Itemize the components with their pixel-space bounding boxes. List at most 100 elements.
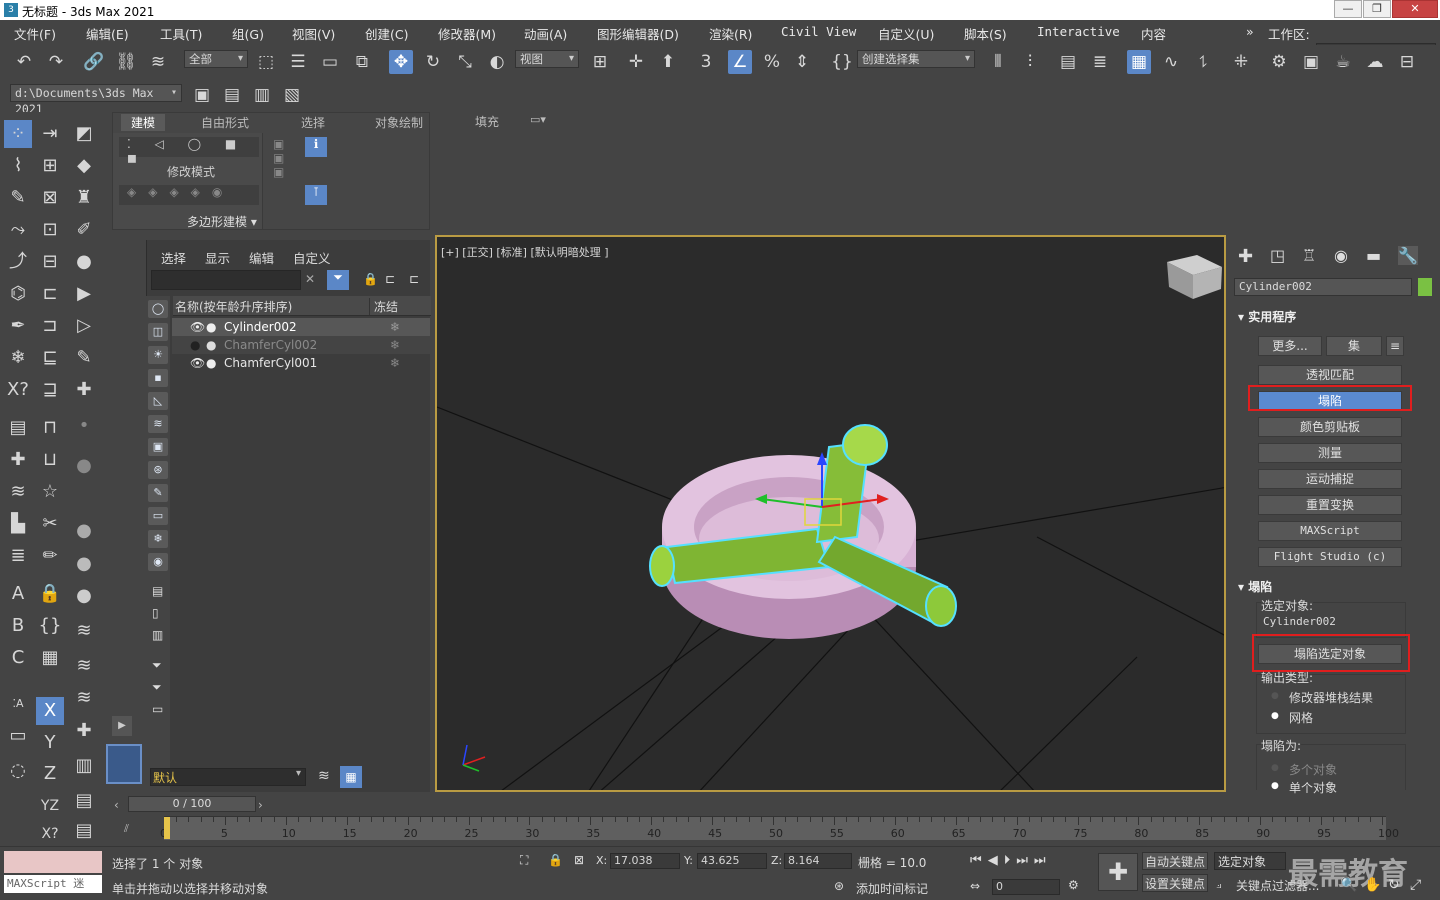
orbit-icon[interactable]: ↻ <box>1388 877 1400 893</box>
zoom-icon[interactable]: 🔍 <box>1340 877 1357 893</box>
filter-icon[interactable]: ⏷ <box>327 270 349 290</box>
utility-flight-studio[interactable]: Flight Studio (c) <box>1258 547 1402 567</box>
select-object-icon[interactable]: ⬚ <box>254 50 278 74</box>
select-rotate-icon[interactable]: ↻ <box>421 50 445 74</box>
bind-space-warp-icon[interactable]: ≋ <box>146 50 170 74</box>
stack-1-icon[interactable]: ≋ <box>70 617 98 645</box>
render-setup-icon[interactable]: ⚙ <box>1267 50 1291 74</box>
key-mode-icon[interactable]: ⇔ <box>970 879 980 893</box>
playback-controls[interactable]: ⏮◀⏵⏭⏭ <box>970 853 1052 868</box>
yz-plane-icon[interactable]: YZ <box>36 792 64 820</box>
utility-color-clipboard[interactable]: 颜色剪贴板 <box>1258 417 1402 437</box>
snaps-toggle-icon[interactable]: 3 <box>694 50 718 74</box>
layer-toggle-icon[interactable]: ≋ <box>318 768 330 784</box>
y-coordinate-field[interactable]: 43.625 <box>697 853 767 869</box>
name-column-header[interactable]: 名称(按年龄升序排序) <box>175 298 292 315</box>
layer-manager-icon[interactable]: ≣ <box>4 542 32 570</box>
visibility-eye-icon[interactable]: 👁 <box>190 354 205 372</box>
menu-interactive[interactable]: Interactive <box>1037 24 1120 39</box>
curve-editor-mini-icon[interactable]: ⫽ <box>124 822 129 836</box>
radio-mesh[interactable]: ● <box>1271 711 1279 721</box>
timeline-track[interactable]: 0510152025303540455055606570758085909510… <box>160 816 1399 840</box>
polygon-modeling-label[interactable]: 多边形建模 ▾ <box>187 213 257 230</box>
isolate-selection-icon[interactable]: ⛶ <box>520 853 528 868</box>
timeline-cursor[interactable] <box>164 817 170 839</box>
menu-file[interactable]: 文件(F) <box>14 24 56 43</box>
add-time-tag[interactable]: 添加时间标记 <box>856 880 928 897</box>
tab-populate[interactable]: 填充 <box>475 113 499 130</box>
star-icon[interactable]: ☆ <box>36 478 64 506</box>
freeze-icon[interactable]: ❄ <box>390 336 400 354</box>
object-color-swatch[interactable] <box>1418 278 1432 296</box>
trash-icon[interactable]: ▥ <box>70 752 98 780</box>
redo-icon[interactable]: ↷ <box>44 50 68 74</box>
unlink-icon[interactable]: ⛓ <box>114 50 138 74</box>
menu-animation[interactable]: 动画(A) <box>524 24 567 43</box>
pencil-icon[interactable]: ✏ <box>36 542 64 570</box>
render-icon[interactable]: ▷ <box>70 312 98 340</box>
tab-selection[interactable]: 选择 <box>301 114 325 131</box>
shapes-icon[interactable]: ◆ <box>70 152 98 180</box>
select-by-name-icon[interactable]: ☰ <box>286 50 310 74</box>
ribbon-info-icon[interactable]: ℹ <box>305 137 327 157</box>
sphere-icon[interactable]: ● <box>70 248 98 276</box>
x-axis-icon[interactable]: X <box>36 697 64 725</box>
project-save-icon[interactable]: ▧ <box>280 83 304 107</box>
current-frame-field[interactable]: 0 <box>992 879 1060 895</box>
utility-perspective-match[interactable]: 透视匹配 <box>1258 365 1402 385</box>
frozen-column-header[interactable]: 冻结 <box>369 298 398 315</box>
menu-content[interactable]: 内容 <box>1141 24 1166 43</box>
lock-icon[interactable]: 🔒 <box>36 580 64 608</box>
scissors-icon[interactable]: ✂ <box>36 510 64 538</box>
next-frame-icon[interactable]: › <box>258 798 263 812</box>
select-scale-icon[interactable]: ⤡ <box>453 50 477 74</box>
toolbar-icon-5[interactable]: ⊡ <box>36 216 64 244</box>
subobject-buttons[interactable]: ⁚ ◁ ◯ ■ ◼ <box>119 137 259 165</box>
undo-icon[interactable]: ↶ <box>12 50 36 74</box>
select-all-icon[interactable]: ▤ <box>152 584 163 598</box>
scene-explorer-mode-icon[interactable]: ▦ <box>340 766 362 788</box>
circle-gray-2-icon[interactable]: ● <box>70 550 98 578</box>
circle-gray-3-icon[interactable]: ● <box>70 582 98 610</box>
menu-tools[interactable]: 工具(T) <box>160 24 202 43</box>
layer-explorer-icon[interactable]: ≣ <box>1088 50 1112 74</box>
select-manipulate-icon[interactable]: ✛ <box>624 50 648 74</box>
add-stack-icon[interactable]: ✚ <box>70 717 98 745</box>
utility-reset-xform[interactable]: 重置变换 <box>1258 495 1402 515</box>
hierarchy-tab-icon[interactable]: ♖ <box>1302 246 1316 265</box>
menu-edit[interactable]: 编辑(E) <box>86 24 129 43</box>
ribbon-side-buttons[interactable]: ▣ ▣ ▣ <box>273 137 297 205</box>
curve-editor-icon[interactable]: ∿ <box>1159 50 1183 74</box>
ribbon-tool-icon[interactable]: ⊺ <box>305 185 327 205</box>
utilities-rollout-header[interactable]: ▾ 实用程序 <box>1238 308 1296 325</box>
project-open-icon[interactable]: ▥ <box>250 83 274 107</box>
radio-modifier-stack[interactable]: ● <box>1271 691 1279 701</box>
window-crossing-icon[interactable]: ⧉ <box>350 50 374 74</box>
toolbar-icon-9[interactable]: ⊐ <box>36 312 64 340</box>
wrench-icon[interactable]: ✎ <box>70 344 98 372</box>
create-tab-icon[interactable]: ✚ <box>1238 246 1253 267</box>
filter-shapes-icon[interactable]: ◫ <box>148 323 168 341</box>
project-folder-icon[interactable]: ▣ <box>190 83 214 107</box>
render-production-icon[interactable]: ☕ <box>1331 50 1355 74</box>
filter-geometry-icon[interactable]: ◯ <box>148 300 168 318</box>
utility-motion-capture[interactable]: 运动捕捉 <box>1258 469 1402 489</box>
object-name-field[interactable]: Cylinder002 <box>1234 278 1412 296</box>
keyboard-shortcut-icon[interactable]: ⬆ <box>656 50 680 74</box>
named-selection-dropdown[interactable]: 创建选择集 <box>857 50 975 68</box>
freeze-icon[interactable]: ❄ <box>390 318 400 336</box>
menu-civil-view[interactable]: Civil View <box>781 24 856 39</box>
utilities-tab-icon[interactable]: 🔧 <box>1398 246 1418 265</box>
project-new-icon[interactable]: ▤ <box>220 83 244 107</box>
filter-frozen-icon[interactable]: ❄ <box>148 530 168 548</box>
y-axis-icon[interactable]: Y <box>36 729 64 757</box>
rendered-frame-window-icon[interactable]: ▣ <box>1299 50 1323 74</box>
maximize-button[interactable]: ❐ <box>1363 0 1391 18</box>
explorer-row-cylinder002[interactable]: 👁 ● Cylinder002 ❄ <box>172 318 430 336</box>
filter-groups-icon[interactable]: ▣ <box>148 438 168 456</box>
toolbar-icon-13[interactable]: ⊔ <box>36 446 64 474</box>
menu-rendering[interactable]: 渲染(R) <box>709 24 752 43</box>
filter-helpers-icon[interactable]: ◺ <box>148 392 168 410</box>
close-button[interactable]: ✕ <box>1392 0 1438 18</box>
selection-filter-dropdown[interactable]: 全部 <box>184 50 248 68</box>
